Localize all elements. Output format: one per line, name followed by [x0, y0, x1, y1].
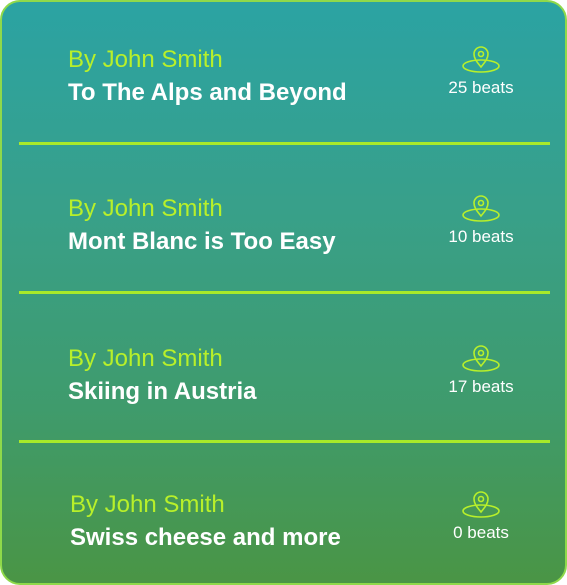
beats-label: 25 beats [448, 78, 514, 97]
journey-list-card: By John Smith To The Alps and Beyond 25 … [0, 0, 567, 585]
list-item[interactable]: By John Smith Mont Blanc is Too Easy 10 … [2, 145, 565, 293]
beats-count: 10 beats [431, 193, 531, 247]
location-pin-icon [462, 345, 500, 372]
item-author: By John Smith [68, 46, 223, 73]
item-title: Swiss cheese and more [70, 524, 341, 551]
item-title: To The Alps and Beyond [68, 79, 347, 106]
list-item[interactable]: By John Smith To The Alps and Beyond 25 … [2, 2, 565, 144]
item-author: By John Smith [68, 345, 223, 372]
item-author: By John Smith [70, 491, 225, 518]
beats-count: 17 beats [431, 343, 531, 397]
location-pin-icon [462, 46, 500, 73]
beats-label: 17 beats [448, 377, 514, 396]
item-title: Mont Blanc is Too Easy [68, 228, 336, 255]
beats-count: 25 beats [431, 44, 531, 98]
location-pin-icon [462, 195, 500, 222]
beats-count: 0 beats [431, 489, 531, 543]
beats-label: 0 beats [453, 523, 509, 542]
item-author: By John Smith [68, 195, 223, 222]
location-pin-icon [462, 491, 500, 518]
beats-label: 10 beats [448, 227, 514, 246]
list-item[interactable]: By John Smith Skiing in Austria 17 beats [2, 294, 565, 440]
item-title: Skiing in Austria [68, 378, 257, 405]
list-item[interactable]: By John Smith Swiss cheese and more 0 be… [2, 443, 565, 583]
